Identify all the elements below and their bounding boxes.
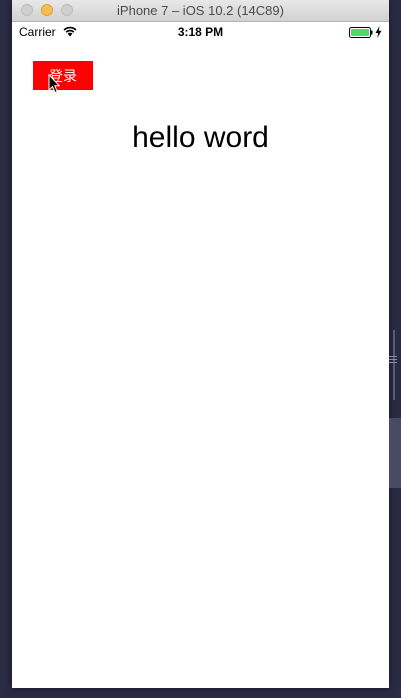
window-resize-edge[interactable]	[393, 330, 395, 400]
window-titlebar[interactable]: iPhone 7 – iOS 10.2 (14C89)	[12, 0, 389, 22]
login-button[interactable]: 登录	[33, 61, 93, 90]
bolt-icon	[375, 26, 382, 38]
resize-grip-icon[interactable]	[389, 356, 397, 364]
ios-status-bar: Carrier 3:18 PM	[12, 22, 389, 42]
clock: 3:18 PM	[177, 25, 224, 39]
desktop-background-fragment	[389, 418, 401, 488]
window-title: iPhone 7 – iOS 10.2 (14C89)	[117, 3, 284, 18]
hello-label: hello word	[132, 121, 269, 154]
battery-icon	[349, 27, 373, 38]
simulator-window: iPhone 7 – iOS 10.2 (14C89) Carrier 3:18…	[12, 0, 389, 688]
